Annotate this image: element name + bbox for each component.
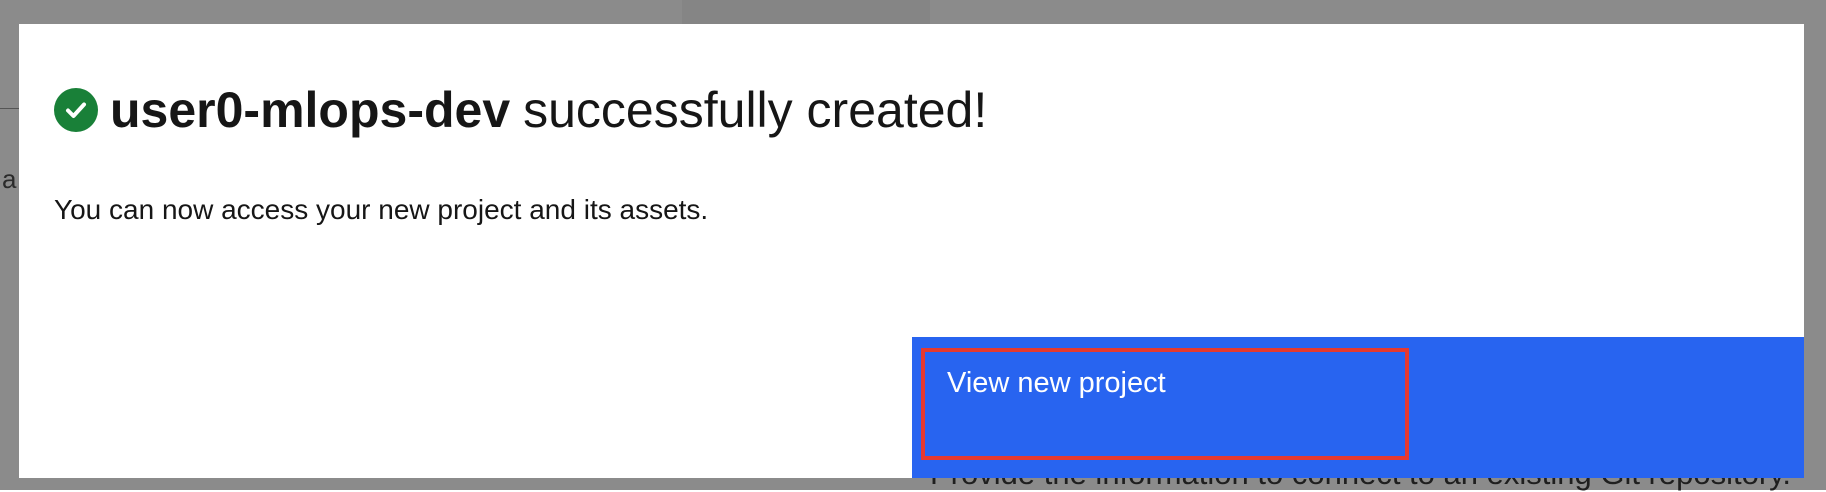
modal-description: You can now access your new project and …	[54, 194, 709, 225]
success-modal: user0-mlops-dev successfully created! Yo…	[19, 24, 1804, 478]
project-name: user0-mlops-dev	[110, 82, 511, 138]
background-divider	[0, 108, 20, 109]
background-tab	[682, 0, 930, 24]
checkmark-filled-icon	[54, 88, 98, 132]
modal-heading: user0-mlops-dev successfully created!	[54, 80, 987, 140]
background-partial-text: a	[2, 164, 17, 194]
title-suffix: successfully created!	[523, 82, 988, 138]
view-new-project-label: View new project	[947, 367, 1166, 399]
view-new-project-button[interactable]: View new project	[912, 337, 1804, 478]
